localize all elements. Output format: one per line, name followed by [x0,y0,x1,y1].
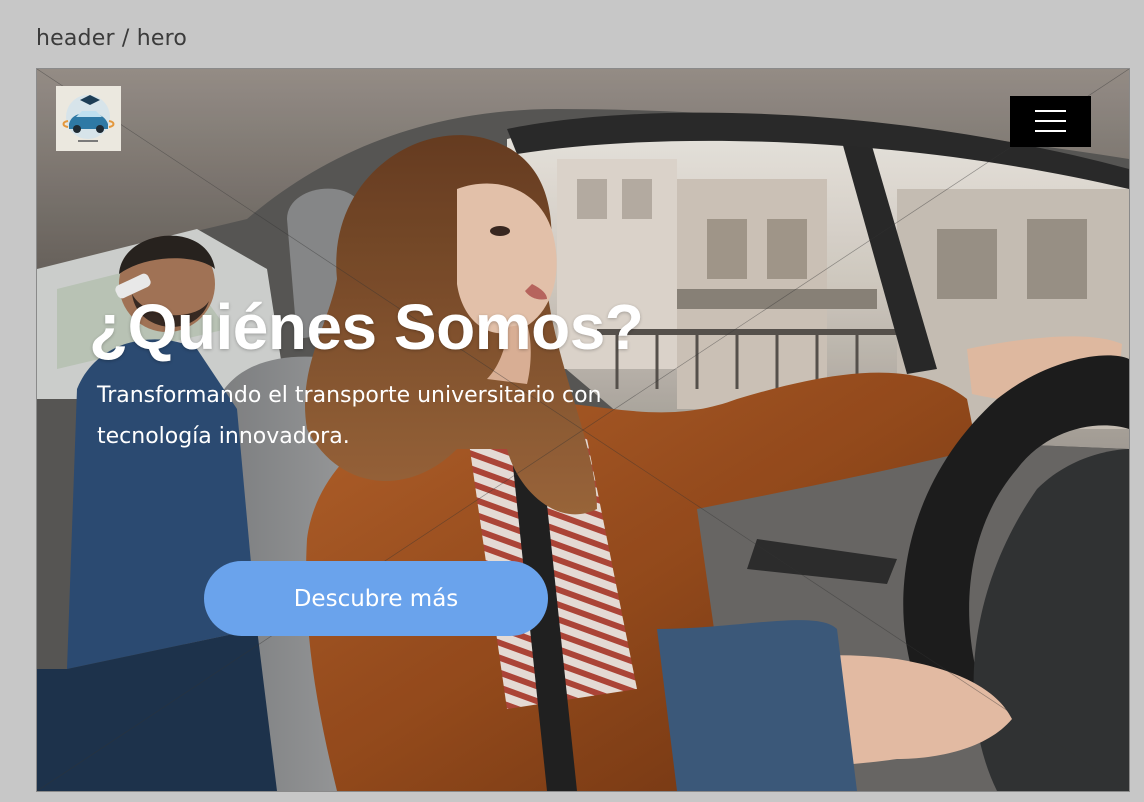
hero-text: ¿Quiénes Somos? Transformando el transpo… [89,291,644,457]
hamburger-menu-icon [1035,130,1066,132]
logo[interactable] [56,86,121,151]
hamburger-menu-icon [1035,110,1066,112]
car-logo-icon [56,86,121,151]
hero-title: ¿Quiénes Somos? [89,291,644,363]
hero-section: ¿Quiénes Somos? Transformando el transpo… [36,68,1130,792]
menu-button[interactable] [1010,96,1091,147]
hamburger-menu-icon [1035,120,1066,122]
hero-subtitle: Transformando el transporte universitari… [97,383,602,449]
frame-label: header / hero [36,26,188,51]
discover-more-button[interactable]: Descubre más [204,561,548,636]
